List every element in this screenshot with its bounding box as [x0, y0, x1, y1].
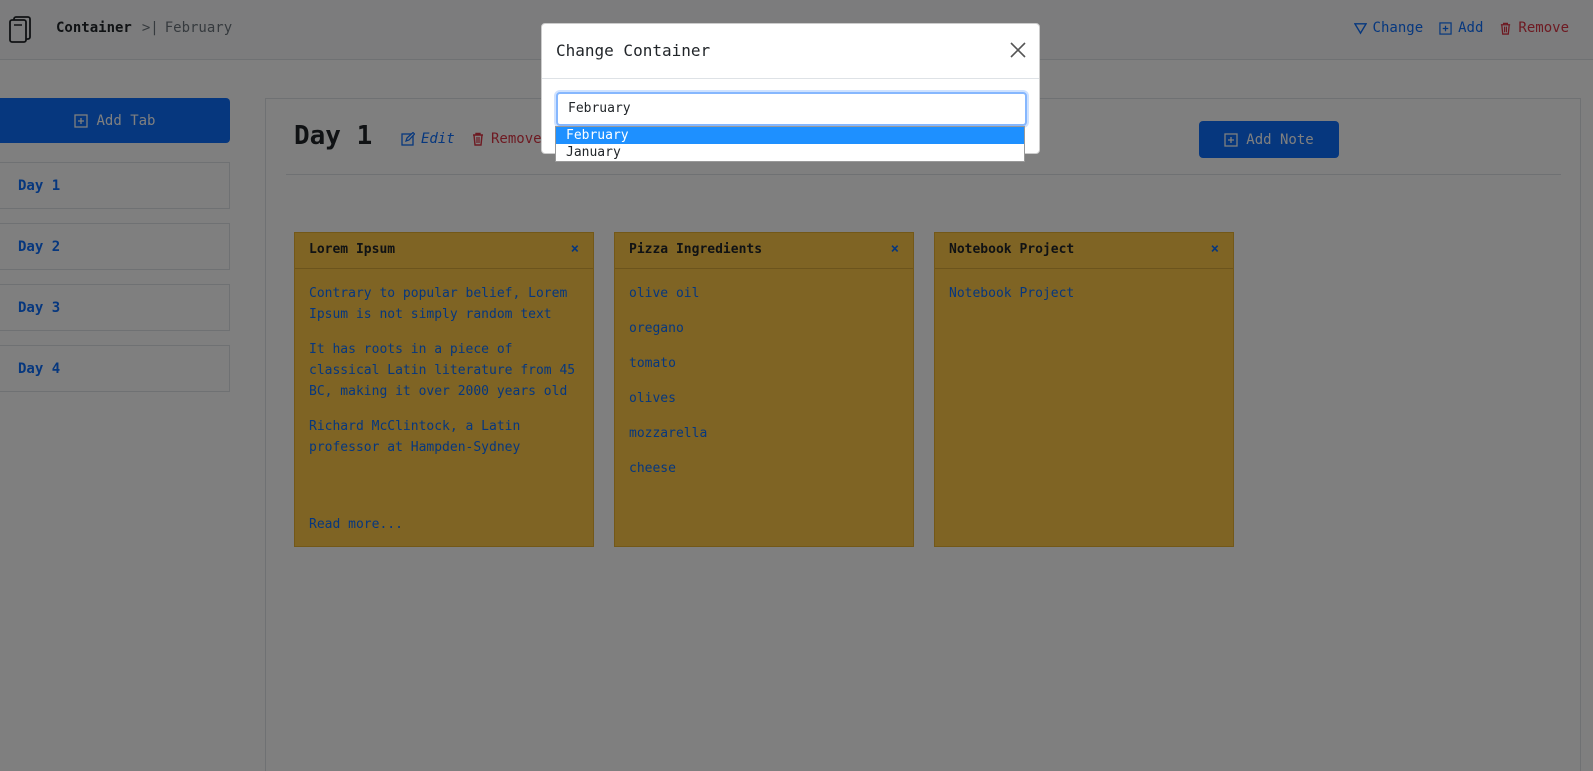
container-select[interactable]: February	[556, 92, 1027, 126]
select-option-february[interactable]: February	[556, 127, 1024, 144]
select-option-january[interactable]: January	[556, 144, 1024, 161]
container-select-dropdown: February January	[555, 126, 1025, 162]
close-icon[interactable]	[1009, 41, 1027, 59]
modal-header: Change Container	[542, 24, 1039, 79]
modal-title: Change Container	[556, 41, 711, 60]
